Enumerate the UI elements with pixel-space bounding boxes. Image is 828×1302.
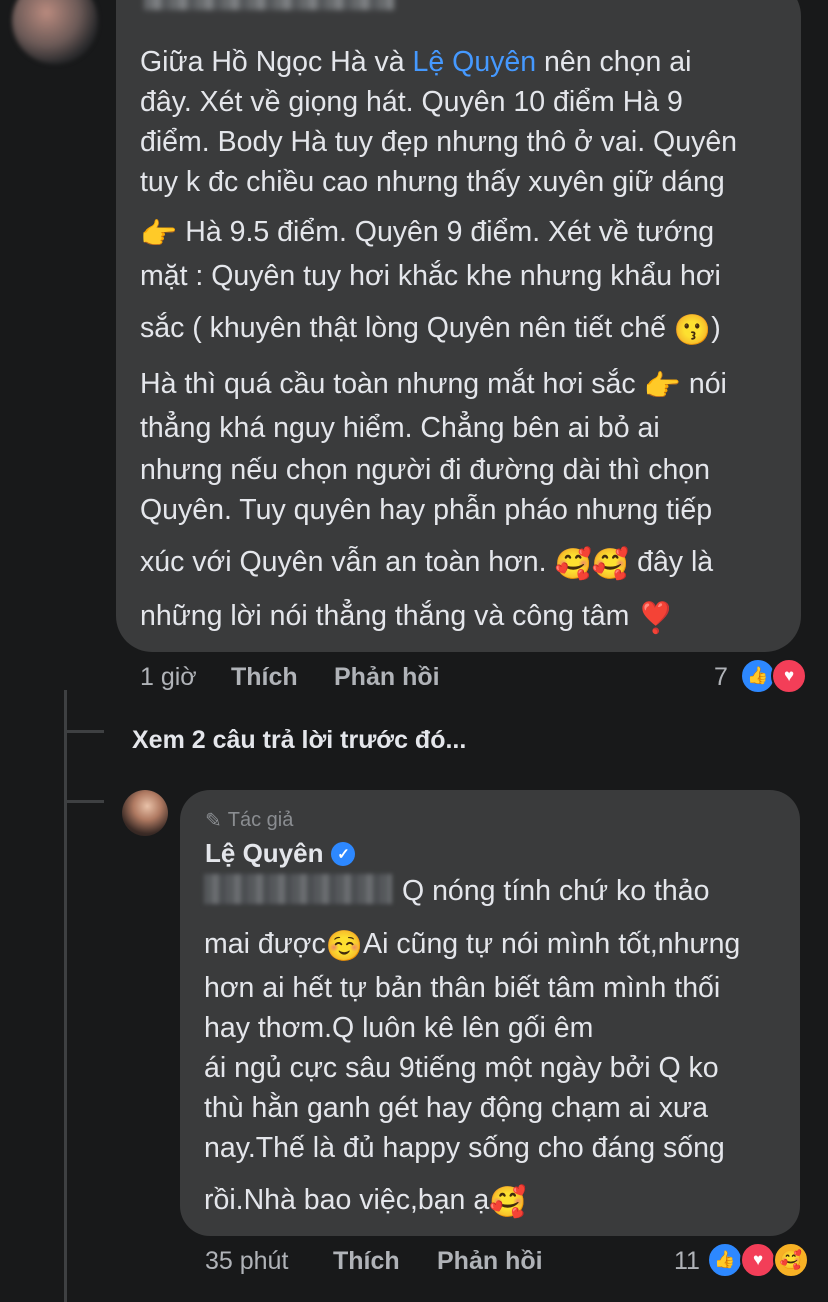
comment1-text: xúc với Quyên vẫn an toàn hơn. bbox=[140, 546, 555, 578]
comment1-like-button[interactable]: Thích bbox=[231, 663, 298, 692]
comment2-line: mai được☺️Ai cũng tự nói mình tốt,nhưng bbox=[204, 926, 740, 966]
comment1-text: sắc ( khuyên thật lòng Quyên nên tiết ch… bbox=[140, 312, 674, 344]
like-label: Thích bbox=[231, 663, 298, 691]
comment2-text: mai được bbox=[204, 928, 326, 960]
comment2-line: hơn ai hết tự bản thân biết tâm mình thố… bbox=[204, 972, 721, 1004]
smiling-hearts-emoji: 🥰🥰 bbox=[554, 548, 630, 581]
comment1-timestamp[interactable]: 1 giờ bbox=[140, 663, 197, 692]
love-reaction-icon[interactable]: ♥ bbox=[771, 658, 807, 694]
comment1-line: xúc với Quyên vẫn an toàn hơn. 🥰🥰 đây là bbox=[140, 544, 713, 584]
comment-bubble-1: Giữa Hồ Ngọc Hà và Lệ Quyên nên chọn ai … bbox=[116, 0, 801, 652]
comment1-line: điểm. Body Hà tuy đẹp nhưng thô ở vai. Q… bbox=[140, 126, 738, 158]
comment1-line: nhưng nếu chọn người đi đường dài thì ch… bbox=[140, 454, 710, 486]
comment1-line: mặt : Quyên tuy hơi khắc khe nhưng khẩu … bbox=[140, 260, 721, 292]
mention-link[interactable]: Lệ Quyên bbox=[413, 46, 537, 78]
comment2-line: nay.Thế là đủ happy sống cho đáng sống bbox=[204, 1132, 725, 1164]
comment1-line: đây. Xét về giọng hát. Quyên 10 điểm Hà … bbox=[140, 86, 683, 118]
comment1-line: những lời nói thẳng thắng và công tâm ❣️ bbox=[140, 598, 675, 638]
thread-line-vertical bbox=[64, 690, 67, 1302]
comment1-text: nên chọn ai bbox=[536, 46, 692, 78]
comment2-line: rồi.Nhà bao việc,bạn ạ🥰 bbox=[204, 1182, 527, 1222]
comment2-text: rồi.Nhà bao việc,bạn ạ bbox=[204, 1184, 490, 1216]
commenter-avatar[interactable] bbox=[12, 0, 98, 64]
comment1-text: Giữa Hồ Ngọc Hà và bbox=[140, 46, 413, 78]
comment1-line: 👉 Hà 9.5 điểm. Quyên 9 điểm. Xét về tướn… bbox=[140, 214, 714, 254]
comment1-line: tuy k đc chiều cao nhưng thấy xuyên giữ … bbox=[140, 166, 725, 198]
comment1-text: Hà 9.5 điểm. Quyên 9 điểm. Xét về tướng bbox=[177, 216, 715, 248]
comment2-reply-button[interactable]: Phản hồi bbox=[437, 1247, 543, 1276]
comment1-text: nói bbox=[680, 368, 727, 400]
author-badge: ✎ Tác giả bbox=[205, 808, 293, 833]
pointing-right-emoji: 👉 bbox=[140, 218, 178, 251]
comment1-text: những lời nói thẳng thắng và công tâm bbox=[140, 600, 638, 632]
like-label: Thích bbox=[333, 1247, 400, 1275]
redacted-commenter-name bbox=[144, 0, 394, 10]
comment2-line: hay thơm.Q luôn kê lên gối êm bbox=[204, 1012, 594, 1044]
smiling-hearts-emoji: 🥰 bbox=[489, 1186, 527, 1219]
comment1-text: Hà thì quá cầu toàn nhưng mắt hơi sắc bbox=[140, 368, 644, 400]
comment1-line: thẳng khá nguy hiểm. Chẳng bên ai bỏ ai bbox=[140, 412, 660, 444]
comment1-reaction-count[interactable]: 7 bbox=[714, 663, 728, 692]
pen-icon: ✎ bbox=[205, 810, 222, 832]
comment2-timestamp[interactable]: 35 phút bbox=[205, 1247, 288, 1276]
pointing-right-emoji: 👉 bbox=[643, 370, 681, 403]
thread-line-branch-2 bbox=[64, 800, 104, 803]
comment2-text: Q nóng tính chứ ko thảo bbox=[402, 875, 710, 907]
comment2-like-button[interactable]: Thích bbox=[333, 1247, 400, 1276]
comment2-reaction-count[interactable]: 11 bbox=[674, 1247, 700, 1276]
comment2-line: ái ngủ cực sâu 9tiếng một ngày bởi Q ko bbox=[204, 1052, 719, 1084]
verified-badge-icon: ✓ bbox=[331, 841, 356, 866]
comment2-line: Q nóng tính chứ ko thảo bbox=[204, 873, 709, 910]
comment1-reply-button[interactable]: Phản hồi bbox=[334, 663, 440, 692]
reply-label: Phản hồi bbox=[334, 663, 440, 691]
thread-line-branch-1 bbox=[64, 730, 104, 733]
author-name: Lệ Quyên bbox=[205, 838, 324, 868]
comment1-line: Hà thì quá cầu toàn nhưng mắt hơi sắc 👉 … bbox=[140, 366, 727, 406]
like-reaction-icon[interactable]: 👍 bbox=[707, 1242, 743, 1278]
see-previous-replies-link[interactable]: Xem 2 câu trả lời trước đó... bbox=[132, 726, 466, 755]
comment1-line: sắc ( khuyên thật lòng Quyên nên tiết ch… bbox=[140, 310, 721, 350]
reply-label: Phản hồi bbox=[437, 1247, 543, 1275]
comment1-line: Quyên. Tuy quyên hay phẫn pháo nhưng tiế… bbox=[140, 494, 713, 526]
comment1-text: ) bbox=[711, 312, 721, 344]
care-reaction-icon[interactable]: 🥰 bbox=[773, 1242, 809, 1278]
comment1-text: đây là bbox=[629, 546, 714, 578]
redacted-mention bbox=[204, 874, 392, 904]
comment1-line: Giữa Hồ Ngọc Hà và Lệ Quyên nên chọn ai bbox=[140, 44, 691, 81]
kissing-face-emoji: 😗 bbox=[673, 314, 712, 347]
comment2-line: thù hằn ganh gét hay động chạm ai xưa bbox=[204, 1092, 708, 1124]
author-name-link[interactable]: Lệ Quyên ✓ bbox=[205, 838, 356, 869]
heart-exclamation-emoji: ❣️ bbox=[637, 602, 675, 635]
author-avatar[interactable] bbox=[122, 790, 168, 836]
love-reaction-icon[interactable]: ♥ bbox=[740, 1242, 776, 1278]
smiling-face-emoji: ☺️ bbox=[325, 930, 364, 963]
comment2-text: Ai cũng tự nói mình tốt,nhưng bbox=[363, 928, 741, 960]
author-badge-label: Tác giả bbox=[227, 809, 294, 831]
